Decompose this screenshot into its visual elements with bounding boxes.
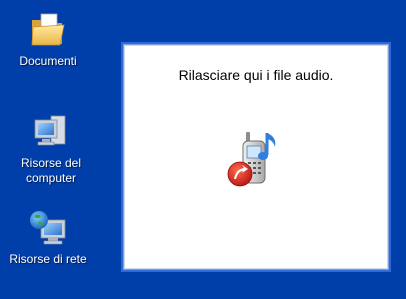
audio-drop-zone[interactable]: Rilasciare qui i file audio. xyxy=(124,45,388,269)
desktop-icon-my-computer[interactable]: Risorse del computer xyxy=(0,112,106,186)
desktop-icon-network-places[interactable]: Risorse di rete xyxy=(0,208,103,267)
desktop-icon-label: Documenti xyxy=(19,54,77,68)
desktop-icon-label: Risorse di rete xyxy=(9,252,87,266)
audio-phone-drop-icon xyxy=(227,132,276,187)
desktop-icon-label: Risorse del computer xyxy=(20,156,82,185)
folder-documents-icon xyxy=(31,13,65,46)
drop-zone-message: Rilasciare qui i file audio. xyxy=(178,67,334,83)
desktop: Documenti Risorse del computer Risorse d… xyxy=(0,0,406,299)
network-places-icon xyxy=(30,211,66,245)
my-computer-icon xyxy=(34,115,66,146)
desktop-icon-documents[interactable]: Documenti xyxy=(0,10,103,69)
